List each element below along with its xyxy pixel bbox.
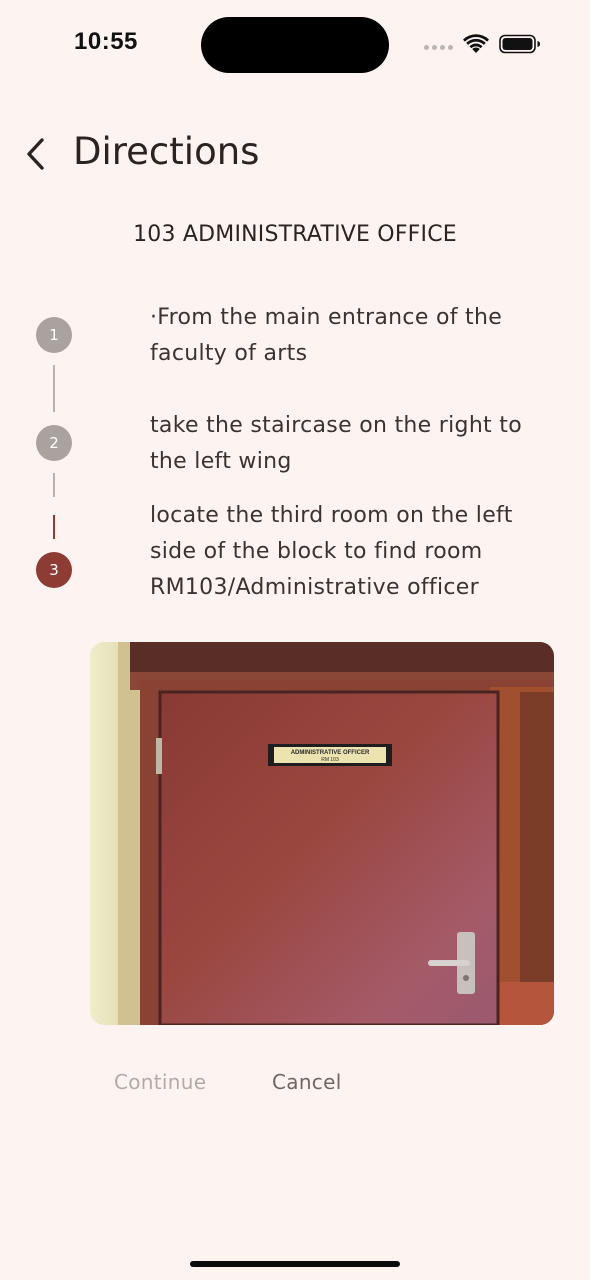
signal-dots-icon xyxy=(424,44,453,50)
chevron-left-icon xyxy=(27,138,44,170)
cancel-button[interactable]: Cancel xyxy=(272,1070,342,1094)
page-title: Directions xyxy=(73,130,260,173)
status-time: 10:55 xyxy=(74,28,138,55)
step-3-text: locate the third room on the left side o… xyxy=(150,503,513,600)
door-sign-line1: ADMINISTRATIVE OFFICER xyxy=(291,750,370,756)
wifi-icon xyxy=(463,34,489,53)
door-sign-line2: RM 103 xyxy=(321,757,339,763)
dynamic-island xyxy=(201,17,389,73)
step-3-indicator: 3 xyxy=(36,552,72,588)
directions-screen: 10:55 Directions 103 ADMINISTRATIVE OFFI… xyxy=(0,0,590,1280)
home-indicator[interactable] xyxy=(190,1261,400,1267)
step-1-indicator: 1 xyxy=(36,317,72,353)
destination-photo: ADMINISTRATIVE OFFICER RM 103 xyxy=(90,642,554,1025)
step-1-text: ·From the main entrance of the faculty o… xyxy=(150,305,503,366)
step-2-indicator: 2 xyxy=(36,425,72,461)
step-connector xyxy=(53,473,55,497)
step-connector-active xyxy=(53,515,55,539)
battery-icon xyxy=(499,34,540,54)
continue-button[interactable]: Continue xyxy=(114,1070,206,1094)
step-connector xyxy=(53,365,55,412)
status-icons xyxy=(424,34,541,54)
back-button[interactable] xyxy=(20,134,56,174)
step-2-text: take the staircase on the right to the l… xyxy=(150,413,522,474)
destination-title: 103 ADMINISTRATIVE OFFICE xyxy=(133,222,457,247)
